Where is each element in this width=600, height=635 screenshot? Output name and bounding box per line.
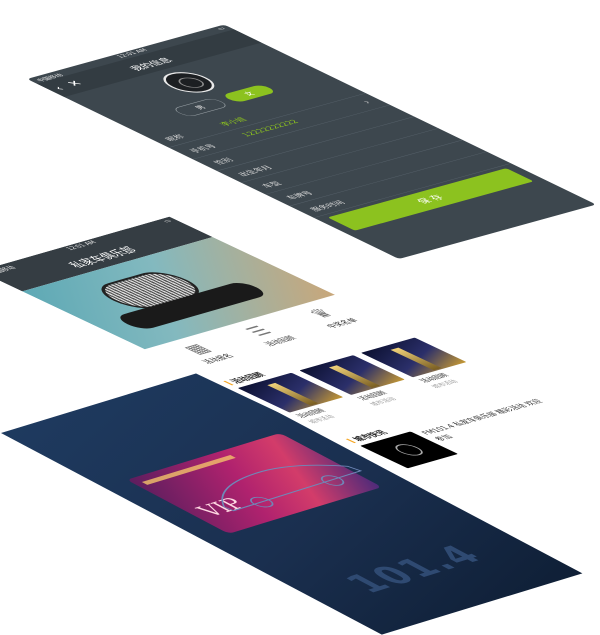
field-label: 性别 <box>211 157 237 166</box>
page-title: 我的信息 <box>126 56 176 73</box>
profile-background: 中国移动 12:01 AM ▭ ‹ ✕ 我的信息 男 女 昵称 李小姐 手机号 … <box>27 24 597 259</box>
brand-logo-icon <box>389 442 429 458</box>
radio-frequency: 101.4 <box>334 539 496 599</box>
tower-graphic <box>328 365 380 388</box>
tower-graphic <box>390 347 442 371</box>
chevron-right-icon: › <box>358 98 375 106</box>
tower-graphic <box>267 382 319 406</box>
gender-female-button[interactable]: 女 <box>220 84 278 104</box>
avatar[interactable] <box>152 68 225 97</box>
camera-icon <box>173 75 210 90</box>
nav-bar: ‹ ✕ 我的信息 <box>36 29 262 97</box>
field-label: 服务时间 <box>308 199 348 213</box>
clock-label: 12:01 AM <box>64 240 99 252</box>
battery-icon: ▭ <box>161 218 175 224</box>
field-label: 昵称 <box>163 133 188 143</box>
news-text: FM101.4 私家车俱乐部 精彩活动 欢迎参加 <box>419 398 546 443</box>
field-label: 车型 <box>260 180 285 190</box>
mockup-scene: VIP 101.4 中国移动 12:01 AM ▭ 私家车俱乐部 ▦ 活动报名 … <box>0 0 600 635</box>
